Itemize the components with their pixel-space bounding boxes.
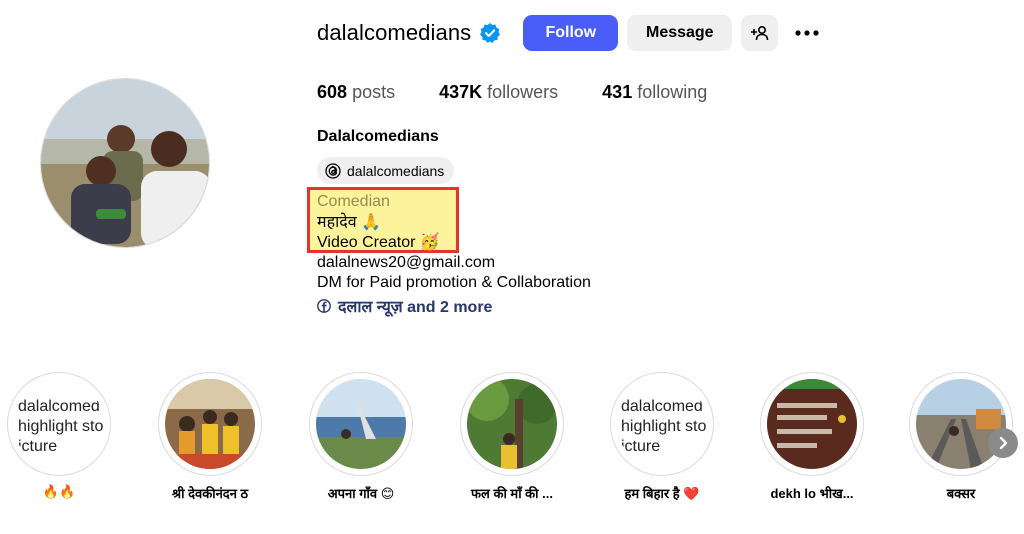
highlight-item[interactable]: dekh lo भीख... xyxy=(757,372,867,502)
follow-button[interactable]: Follow xyxy=(523,15,619,51)
highlight-caption: dekh lo भीख... xyxy=(770,486,854,501)
highlight-cover xyxy=(316,379,406,469)
username: dalalcomedians xyxy=(317,20,472,45)
message-button[interactable]: Message xyxy=(627,15,733,51)
highlight-caption: श्री देवकीनंदन ठ xyxy=(171,486,249,501)
bio-line-2: Video Creator 🥳 xyxy=(317,234,440,251)
profile-stats: 608 posts 437K followers 431 following xyxy=(317,82,751,103)
followers-label: followers xyxy=(487,82,559,102)
bio-email: dalalnews20@gmail.com xyxy=(317,254,496,271)
bio-line-1: महादेव 🙏 xyxy=(317,213,381,231)
highlight-caption: 🔥🔥 xyxy=(42,484,76,499)
followers-count: 437K xyxy=(439,82,483,102)
highlight-item[interactable]: श्री देवकीनंदन ठ xyxy=(155,372,265,502)
threads-handle: dalalcomedians xyxy=(347,162,445,179)
highlight-item[interactable]: फल की माँ की ... xyxy=(457,372,567,502)
bio-category: Comedian xyxy=(317,193,390,210)
more-options-icon[interactable] xyxy=(792,18,822,48)
highlight-cover xyxy=(467,379,557,469)
following-label: following xyxy=(637,82,708,102)
highlight-alt-text: dalalcomed highlight sto icture xyxy=(621,398,707,455)
verified-badge-icon xyxy=(479,22,501,44)
highlight-caption: फल की माँ की ... xyxy=(471,486,553,501)
threads-link[interactable]: dalalcomedians xyxy=(317,157,455,184)
profile-avatar[interactable] xyxy=(40,78,210,248)
following-stat[interactable]: 431 following xyxy=(602,82,707,103)
bio-links-label: दलाल न्यूज़ and 2 more xyxy=(338,299,493,316)
highlight-cover xyxy=(916,379,1006,469)
highlight-ring: dalalcomed highlight sto icture xyxy=(7,372,111,476)
highlight-ring xyxy=(909,372,1013,476)
highlight-ring xyxy=(309,372,413,476)
add-person-icon xyxy=(750,25,769,41)
highlight-item[interactable]: अपना गाँव 😊 xyxy=(306,372,416,502)
chevron-right-icon xyxy=(999,436,1008,450)
posts-label: posts xyxy=(352,82,396,102)
highlight-cover: dalalcomed highlight sto icture xyxy=(14,379,104,469)
bio-dm-line: DM for Paid promotion & Collaboration xyxy=(317,274,591,291)
highlights-next-button[interactable] xyxy=(988,428,1018,458)
display-name: Dalalcomedians xyxy=(317,128,439,145)
highlight-ring xyxy=(460,372,564,476)
suggested-accounts-button[interactable] xyxy=(741,15,779,51)
highlight-cover xyxy=(767,379,857,469)
highlight-cover: dalalcomed highlight sto icture xyxy=(617,379,707,469)
highlight-ring: dalalcomed highlight sto icture xyxy=(610,372,714,476)
followers-stat[interactable]: 437K followers xyxy=(439,82,558,103)
bio: Comedian महादेव 🙏 Video Creator 🥳 xyxy=(317,192,440,254)
story-highlights: dalalcomed highlight sto icture 🔥🔥 श्री … xyxy=(0,372,1024,512)
highlight-item[interactable]: dalalcomed highlight sto icture 🔥🔥 xyxy=(4,372,114,500)
posts-stat: 608 posts xyxy=(317,82,395,103)
posts-count: 608 xyxy=(317,82,348,102)
highlight-ring xyxy=(760,372,864,476)
highlight-item[interactable]: dalalcomed highlight sto icture हम बिहार… xyxy=(607,372,717,502)
profile-header: dalalcomedians Follow Message xyxy=(317,14,822,52)
following-count: 431 xyxy=(602,82,633,102)
facebook-icon xyxy=(317,299,331,313)
highlight-cover xyxy=(165,379,255,469)
highlight-alt-text: dalalcomed highlight sto icture xyxy=(18,398,104,455)
threads-icon xyxy=(325,162,341,179)
highlight-caption: हम बिहार है ❤️ xyxy=(624,486,700,501)
bio-links[interactable]: दलाल न्यूज़ and 2 more xyxy=(317,295,492,317)
highlight-caption: बक्सर xyxy=(946,486,976,501)
highlight-caption: अपना गाँव 😊 xyxy=(327,486,395,501)
highlight-ring xyxy=(158,372,262,476)
